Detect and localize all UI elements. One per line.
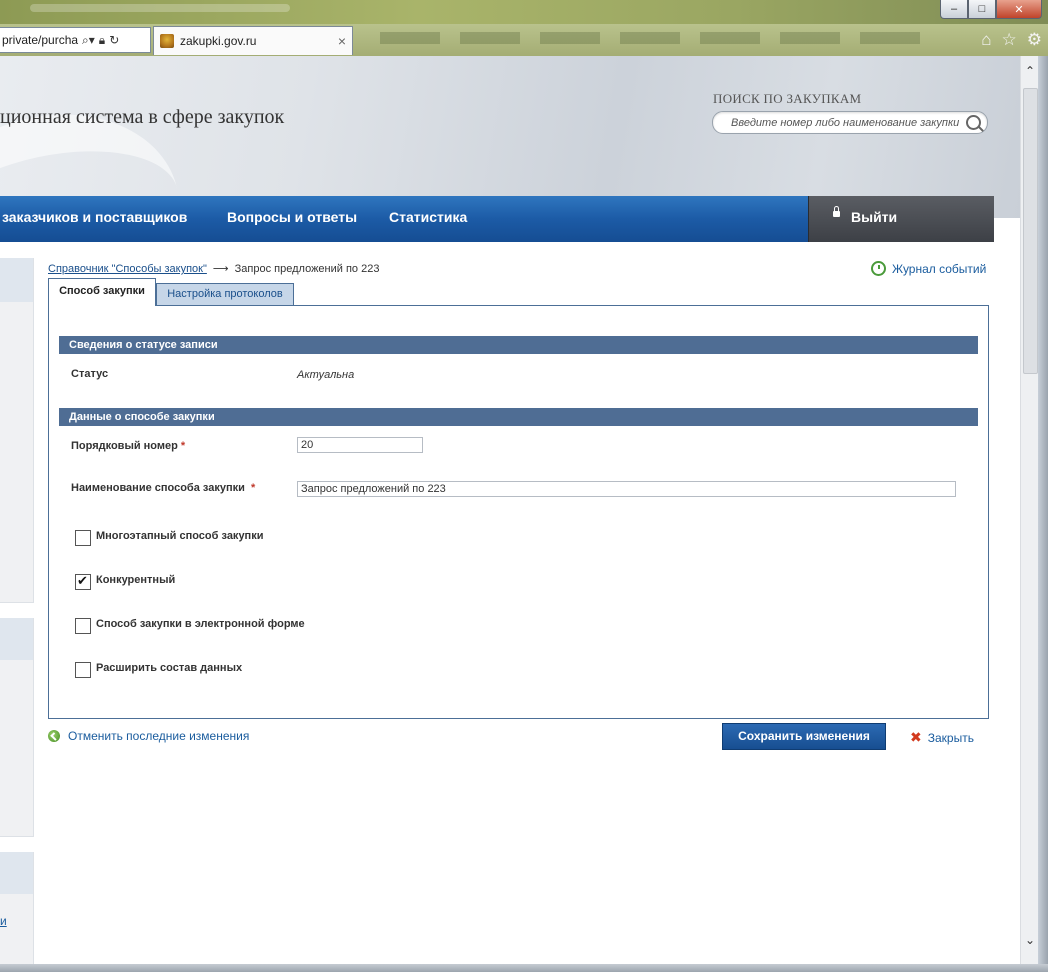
undo-changes-link[interactable]: Отменить последние изменения	[48, 729, 249, 743]
multistage-checkbox[interactable]	[75, 530, 91, 546]
home-icon[interactable]: ⌂	[981, 30, 991, 50]
minimize-button[interactable]: ‒	[940, 0, 968, 19]
event-log-label: Журнал событий	[892, 261, 987, 276]
close-link[interactable]: ✖ Закрыть	[910, 729, 974, 746]
lock-icon: 🔒︎	[98, 32, 106, 47]
gear-icon[interactable]: ⚙	[1027, 30, 1042, 50]
number-field[interactable]	[297, 437, 423, 453]
event-log-link[interactable]: Журнал событий	[871, 261, 986, 276]
undo-icon	[48, 730, 60, 742]
tab-title: zakupki.gov.ru	[180, 34, 257, 48]
breadcrumb-link[interactable]: Справочник "Способы закупок"	[48, 263, 207, 275]
nav-item-faq[interactable]: Вопросы и ответы	[227, 209, 357, 225]
nav-item-statistics[interactable]: Статистика	[389, 209, 467, 225]
status-label: Статус	[71, 368, 109, 380]
sidebar-panel-header	[0, 258, 33, 302]
save-button[interactable]: Сохранить изменения	[722, 723, 886, 750]
breadcrumb-current: Запрос предложений по 223	[234, 263, 380, 275]
section-header-method: Данные о способе закупки	[59, 408, 978, 426]
name-label: Наименование способа закупки *	[71, 482, 255, 494]
browser-toolbar: private/purcha ⌕▾ 🔒︎ ↻ zakupki.gov.ru × …	[0, 24, 1048, 56]
browser-tab[interactable]: zakupki.gov.ru ×	[153, 26, 353, 55]
browser-actions: ⌂ ☆ ⚙	[981, 30, 1042, 50]
electronic-form-checkbox[interactable]	[75, 618, 91, 634]
competitive-label: Конкурентный	[96, 574, 176, 586]
site-header: ционная система в сфере закупок ПОИСК ПО…	[0, 56, 1020, 341]
address-url: private/purcha	[2, 33, 79, 47]
sidebar-panel-header	[0, 852, 33, 894]
breadcrumb-arrow-icon: ⟶	[212, 263, 229, 275]
search-input[interactable]	[729, 115, 967, 130]
close-icon: ✖	[910, 729, 922, 745]
vertical-scrollbar[interactable]: ⌃ ⌄	[1020, 56, 1039, 964]
name-field[interactable]	[297, 481, 956, 497]
status-value: Актуальна	[297, 369, 355, 381]
window-frame-right	[1038, 56, 1048, 972]
favicon-icon	[160, 34, 174, 48]
window-frame-bottom	[0, 964, 1048, 972]
clock-icon	[871, 261, 886, 276]
logout-label: Выйти	[851, 209, 898, 225]
refresh-icon[interactable]: ↻	[109, 33, 119, 47]
star-icon[interactable]: ☆	[1002, 30, 1017, 50]
sidebar-panel-header	[0, 618, 33, 660]
section-header-status: Сведения о статусе записи	[59, 336, 978, 354]
window-controls: ‒ □ ✕	[940, 0, 1042, 19]
extend-data-checkbox[interactable]	[75, 662, 91, 678]
tab-close-icon[interactable]: ×	[338, 33, 346, 49]
name-label-text: Наименование способа закупки	[71, 482, 245, 494]
search-label: ПОИСК ПО ЗАКУПКАМ	[713, 91, 862, 106]
close-label: Закрыть	[927, 730, 974, 745]
scroll-thumb[interactable]	[1023, 88, 1038, 374]
titlebar-blur	[30, 4, 290, 12]
address-bar[interactable]: private/purcha ⌕▾ 🔒︎ ↻	[0, 27, 151, 53]
search-dropdown-icon[interactable]: ⌕▾	[82, 33, 95, 48]
undo-label: Отменить последние изменения	[68, 729, 250, 743]
nav-item-customers-suppliers[interactable]: заказчиков и поставщиков	[2, 209, 187, 225]
scroll-up-icon[interactable]: ⌃	[1021, 62, 1039, 80]
window-titlebar: ‒ □ ✕	[0, 0, 1048, 24]
required-mark: *	[180, 440, 186, 452]
favorites-bar	[380, 32, 940, 44]
lock-icon	[833, 206, 840, 217]
search-box	[712, 111, 988, 134]
form-panel: Сведения о статусе записи Статус Актуаль…	[48, 305, 989, 719]
tab-protocol-settings[interactable]: Настройка протоколов	[156, 283, 294, 306]
number-label-text: Порядковый номер	[71, 440, 178, 452]
breadcrumb: Справочник "Способы закупок" ⟶ Запрос пред…	[48, 262, 379, 275]
site-title: ционная система в сфере закупок	[0, 106, 285, 128]
competitive-checkbox[interactable]	[75, 573, 91, 590]
scroll-down-icon[interactable]: ⌄	[1021, 931, 1039, 949]
tab-purchase-method[interactable]: Способ закупки	[48, 278, 156, 306]
logout-button[interactable]: Выйти	[808, 196, 994, 242]
required-mark: *	[251, 482, 256, 494]
sidebar-link[interactable]: и	[0, 914, 7, 928]
extend-data-label: Расширить состав данных	[96, 662, 243, 674]
multistage-label: Многоэтапный способ закупки	[96, 530, 264, 542]
electronic-form-label: Способ закупки в электронной форме	[96, 618, 305, 630]
page: ционная система в сфере закупок ПОИСК ПО…	[0, 56, 1020, 964]
sidebar-panel	[0, 258, 34, 603]
search-icon[interactable]	[966, 115, 981, 130]
maximize-button[interactable]: □	[968, 0, 996, 19]
close-window-button[interactable]: ✕	[996, 0, 1042, 19]
number-label: Порядковый номер *	[71, 440, 185, 452]
